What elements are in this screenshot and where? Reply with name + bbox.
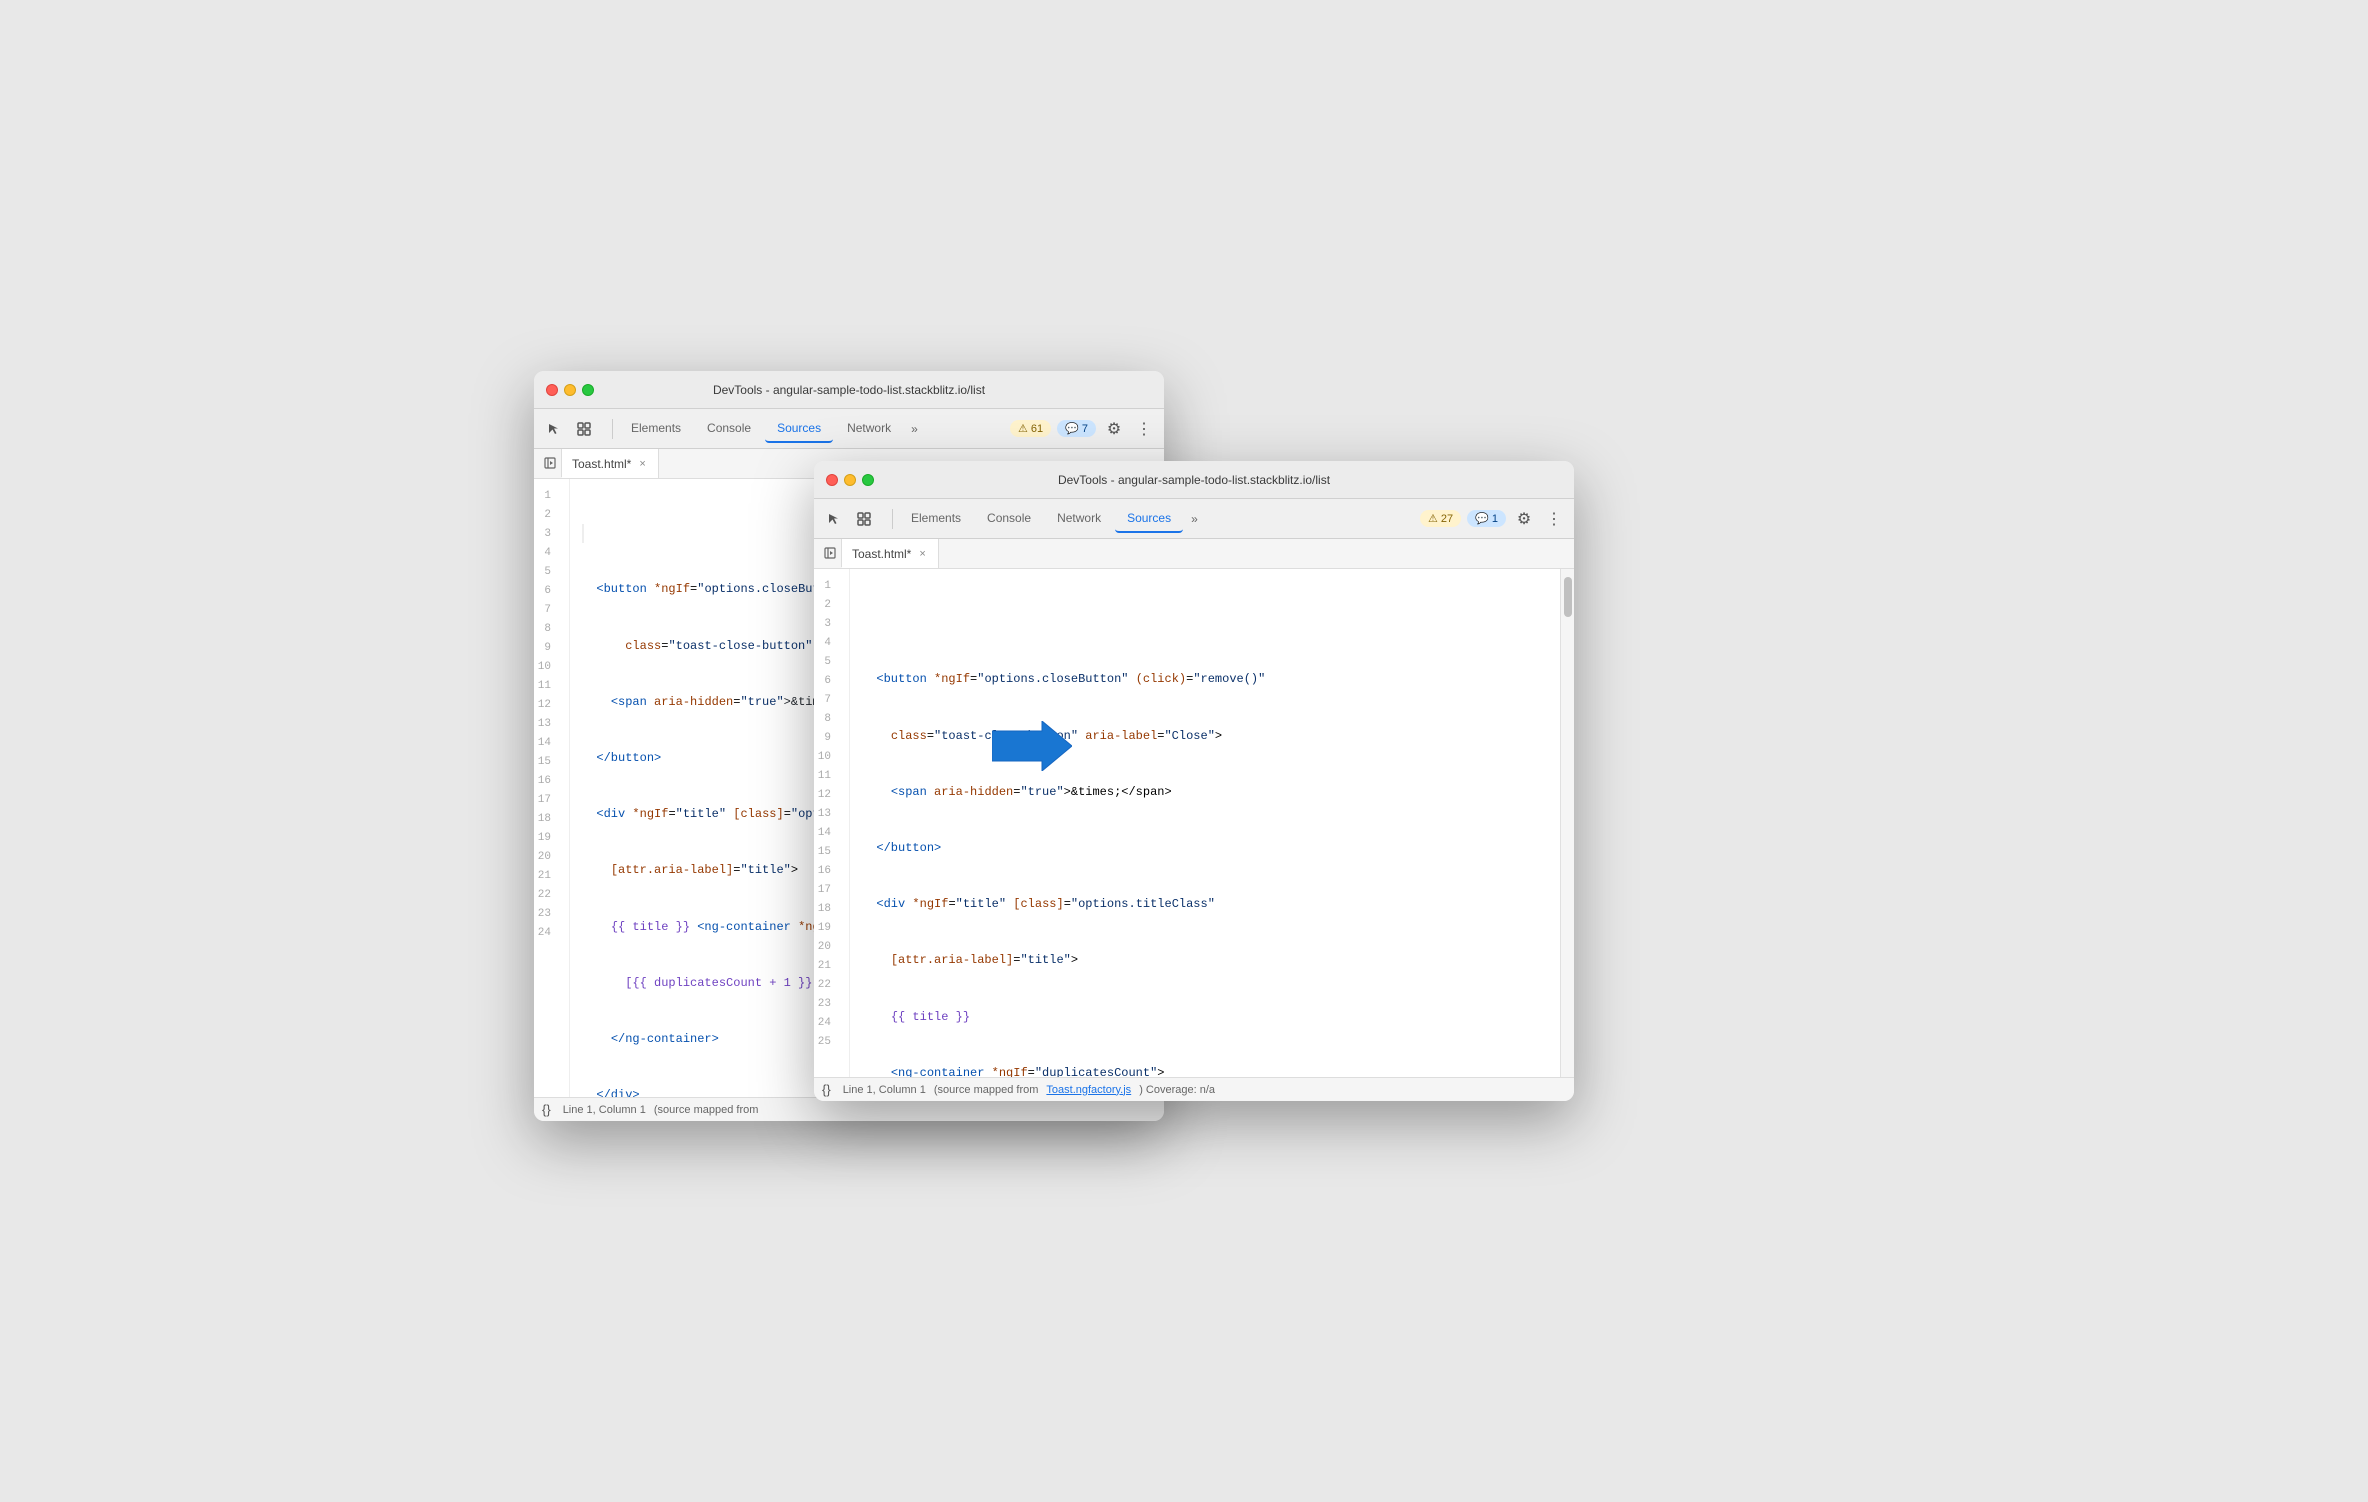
scrollbar-thumb[interactable] [1564,577,1572,617]
traffic-lights-back[interactable] [546,384,594,396]
more-tabs-back[interactable]: » [905,418,924,440]
file-tab-name-front: Toast.html* [852,547,911,561]
title-bar-back: DevTools - angular-sample-todo-list.stac… [534,371,1164,409]
window-title-front: DevTools - angular-sample-todo-list.stac… [1058,473,1330,487]
f-code-line-3: class="toast-close-button" aria-label="C… [862,727,1574,746]
code-content-front: <button *ngIf="options.closeButton" (cli… [850,569,1574,1077]
cursor-icon[interactable] [540,415,568,443]
file-tab-front[interactable]: Toast.html* × [842,539,939,568]
tab-elements-front[interactable]: Elements [899,505,973,533]
toolbar-back: Elements Console Sources Network » ⚠ 61 … [534,409,1164,449]
traffic-lights-front[interactable] [826,474,874,486]
source-map-info-back: (source mapped from [654,1104,759,1116]
minimize-button-back[interactable] [564,384,576,396]
f-code-line-1 [862,614,1574,633]
file-tab-back[interactable]: Toast.html* × [562,449,659,478]
toolbar-icons-front [820,505,878,533]
devtools-window-front: DevTools - angular-sample-todo-list.stac… [814,461,1574,1101]
f-code-line-9: <ng-container *ngIf="duplicatesCount"> [862,1064,1574,1077]
f-code-line-7: [attr.aria-label]="title"> [862,951,1574,970]
maximize-button-back[interactable] [582,384,594,396]
source-map-info-front: (source mapped from [934,1084,1039,1096]
toolbar-sep-front-1 [892,509,893,529]
f-code-line-4: <span aria-hidden="true">&times;</span> [862,783,1574,802]
maximize-button-front[interactable] [862,474,874,486]
settings-icon-back[interactable]: ⚙ [1100,415,1128,443]
sidebar-toggle-back[interactable] [538,449,562,477]
tab-elements-back[interactable]: Elements [619,415,693,443]
cursor-position-front: Line 1, Column 1 [843,1084,926,1096]
toolbar-icons-back [540,415,598,443]
line-numbers-front: 12345 678910 1112131415 1617181920 21222… [814,569,850,1077]
f-code-line-2: <button *ngIf="options.closeButton" (cli… [862,670,1574,689]
tab-network-back[interactable]: Network [835,415,903,443]
source-map-link-front[interactable]: Toast.ngfactory.js [1046,1084,1131,1096]
more-options-icon-back[interactable]: ⋮ [1130,415,1158,443]
code-area-front: 12345 678910 1112131415 1617181920 21222… [814,569,1574,1077]
file-tab-close-front[interactable]: × [917,547,927,561]
tab-sources-back[interactable]: Sources [765,415,833,443]
cursor-icon-front[interactable] [820,505,848,533]
cursor-position-back: Line 1, Column 1 [563,1104,646,1116]
sidebar-toggle-front[interactable] [818,539,842,567]
inspect-icon-front[interactable] [850,505,878,533]
line-numbers-back: 12345 678910 1112131415 1617181920 21222… [534,479,570,1097]
window-title-back: DevTools - angular-sample-todo-list.stac… [713,383,985,397]
inspect-icon[interactable] [570,415,598,443]
close-button-back[interactable] [546,384,558,396]
tab-network-front[interactable]: Network [1045,505,1113,533]
warning-badge-back[interactable]: ⚠ 61 [1010,420,1051,437]
close-button-front[interactable] [826,474,838,486]
file-tab-name-back: Toast.html* [572,457,631,471]
info-badge-back[interactable]: 💬 7 [1057,420,1096,437]
warning-badge-front[interactable]: ⚠ 27 [1420,510,1461,527]
tab-console-front[interactable]: Console [975,505,1043,533]
file-tab-close-back[interactable]: × [637,457,647,471]
braces-icon-front: {} [822,1082,831,1097]
status-bar-front: {} Line 1, Column 1 (source mapped from … [814,1077,1574,1101]
more-options-icon-front[interactable]: ⋮ [1540,505,1568,533]
toolbar-sep-1 [612,419,613,439]
info-badge-front[interactable]: 💬 1 [1467,510,1506,527]
braces-icon-back: {} [542,1102,551,1117]
f-code-line-6: <div *ngIf="title" [class]="options.titl… [862,895,1574,914]
minimize-button-front[interactable] [844,474,856,486]
toolbar-front: Elements Console Network Sources » ⚠ 27 … [814,499,1574,539]
more-tabs-front[interactable]: » [1185,508,1204,530]
scrollbar[interactable] [1560,569,1574,1077]
tab-console-back[interactable]: Console [695,415,763,443]
f-code-line-5: </button> [862,839,1574,858]
settings-icon-front[interactable]: ⚙ [1510,505,1538,533]
title-bar-front: DevTools - angular-sample-todo-list.stac… [814,461,1574,499]
tab-sources-front[interactable]: Sources [1115,505,1183,533]
coverage-info-front: ) Coverage: n/a [1139,1084,1215,1096]
f-code-line-8: {{ title }} [862,1008,1574,1027]
file-tab-bar-front: Toast.html* × [814,539,1574,569]
